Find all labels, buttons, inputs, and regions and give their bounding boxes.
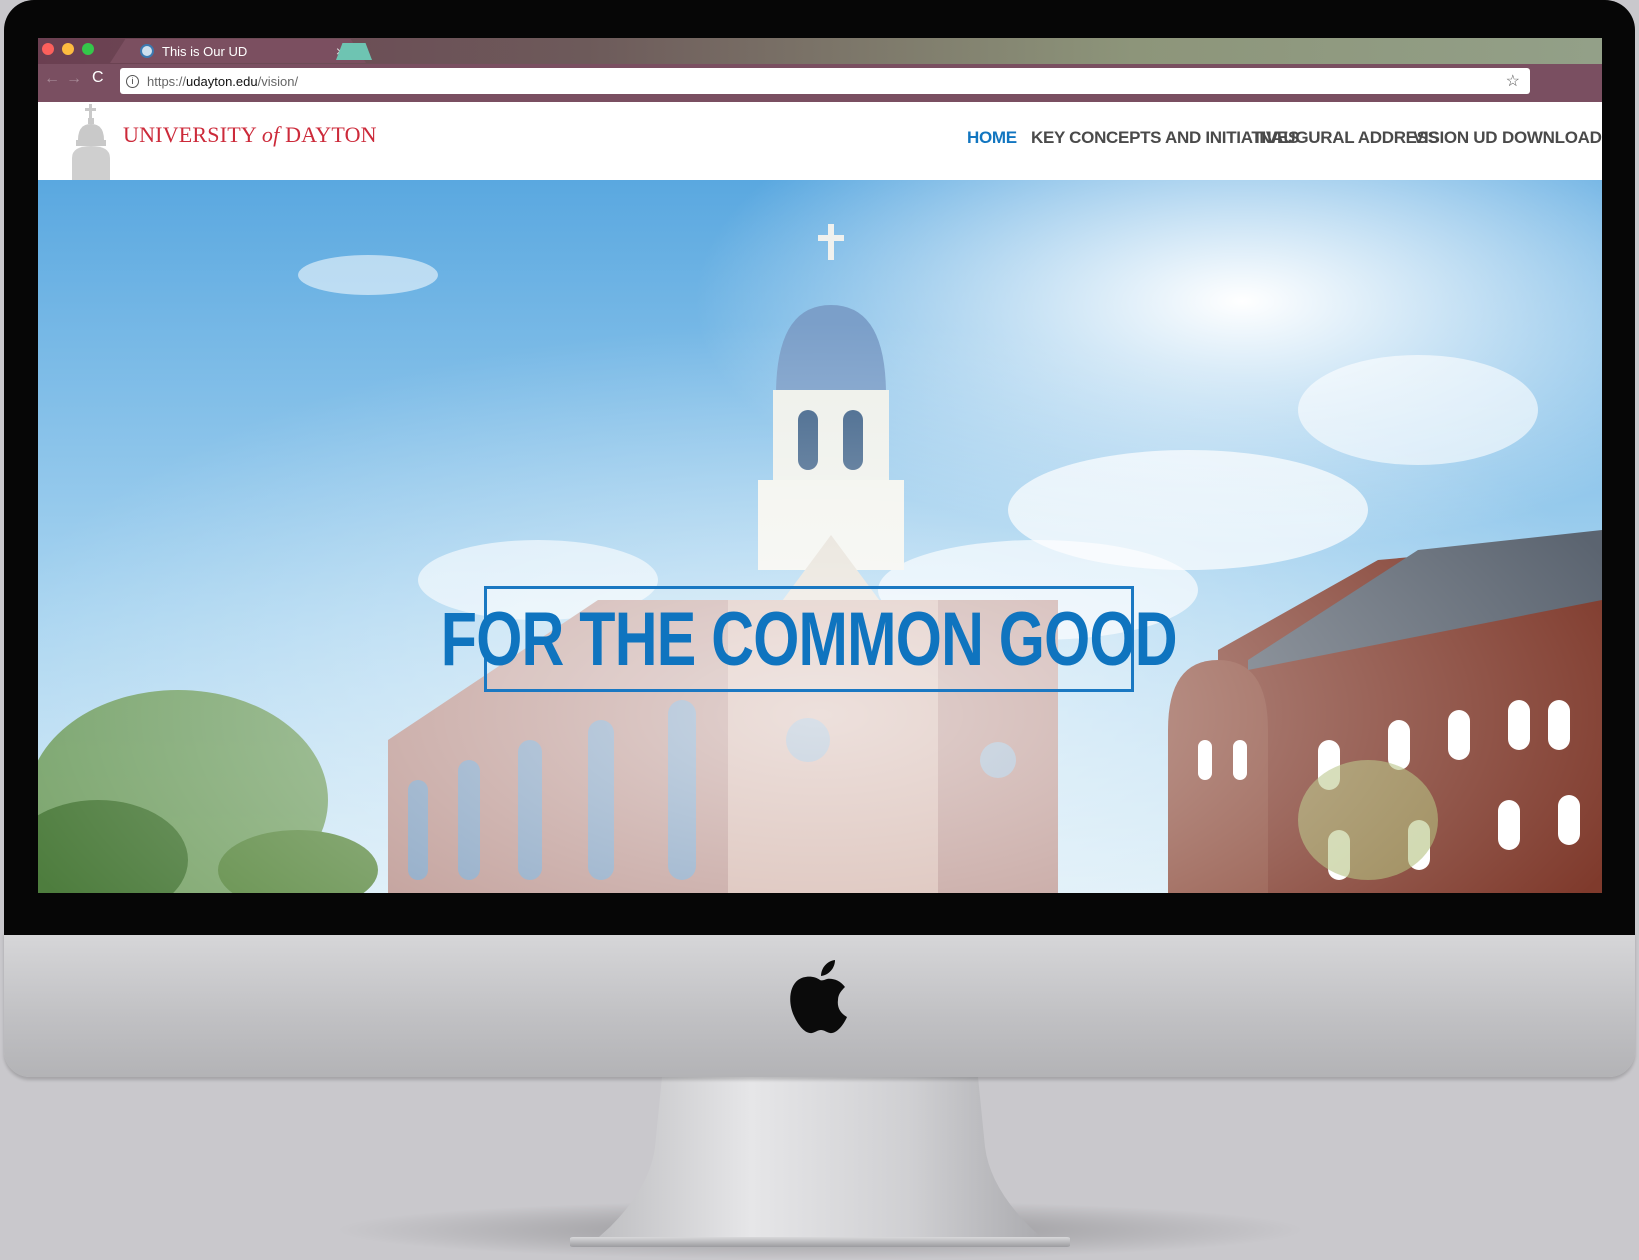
navigation-bar: ← → C i https:// udayton.edu /vision/ ☆	[38, 64, 1602, 102]
hero-section: FOR THE COMMON GOOD	[38, 180, 1602, 893]
logo-word-university: UNIVERSITY	[123, 122, 262, 147]
nav-inaugural-address[interactable]: INAUGURAL ADDRESS	[1255, 128, 1439, 147]
browser-tab[interactable]: This is Our UD ×	[110, 39, 366, 63]
forward-arrow-icon[interactable]: →	[66, 70, 82, 88]
bookmark-star-icon[interactable]: ☆	[1506, 71, 1520, 91]
url-scheme: https://	[147, 73, 187, 89]
browser-chrome: This is Our UD × ← → C i https:// udayto…	[38, 38, 1602, 102]
nav-vision-ud[interactable]: VISION UD	[1413, 128, 1498, 147]
maximize-window-button[interactable]	[82, 43, 94, 55]
nav-home[interactable]: HOME	[967, 128, 1017, 147]
nav-downloads[interactable]: DOWNLOADS	[1502, 128, 1602, 147]
main-nav: HOME KEY CONCEPTS AND INITIATIVES INAUGU…	[967, 128, 1602, 152]
apple-logo-icon	[790, 960, 847, 1034]
imac-stand	[570, 1077, 1070, 1247]
site-header: UNIVERSITY of DAYTON HOME KEY CONCEPTS A…	[38, 102, 1602, 180]
chapel-logo-icon[interactable]	[68, 102, 114, 180]
hero-title: FOR THE COMMON GOOD	[440, 596, 1178, 682]
site-logo-text[interactable]: UNIVERSITY of DAYTON	[123, 122, 377, 148]
tab-title: This is Our UD	[162, 43, 248, 59]
logo-word-of: of	[261, 122, 280, 147]
window-controls	[42, 43, 94, 55]
info-icon[interactable]: i	[126, 74, 139, 88]
favicon-icon	[140, 44, 154, 58]
close-window-button[interactable]	[42, 43, 54, 55]
url-host: udayton.edu	[186, 73, 258, 89]
screen: This is Our UD × ← → C i https:// udayto…	[38, 38, 1602, 893]
hero-background-image	[38, 180, 1602, 893]
address-bar[interactable]: i https:// udayton.edu /vision/ ☆	[120, 68, 1530, 94]
back-arrow-icon[interactable]: ←	[44, 70, 60, 88]
hero-title-box: FOR THE COMMON GOOD	[441, 586, 1178, 692]
minimize-window-button[interactable]	[62, 43, 74, 55]
reload-icon[interactable]: C	[92, 69, 104, 87]
url-path: /vision/	[257, 73, 299, 89]
logo-word-dayton: DAYTON	[279, 122, 377, 147]
